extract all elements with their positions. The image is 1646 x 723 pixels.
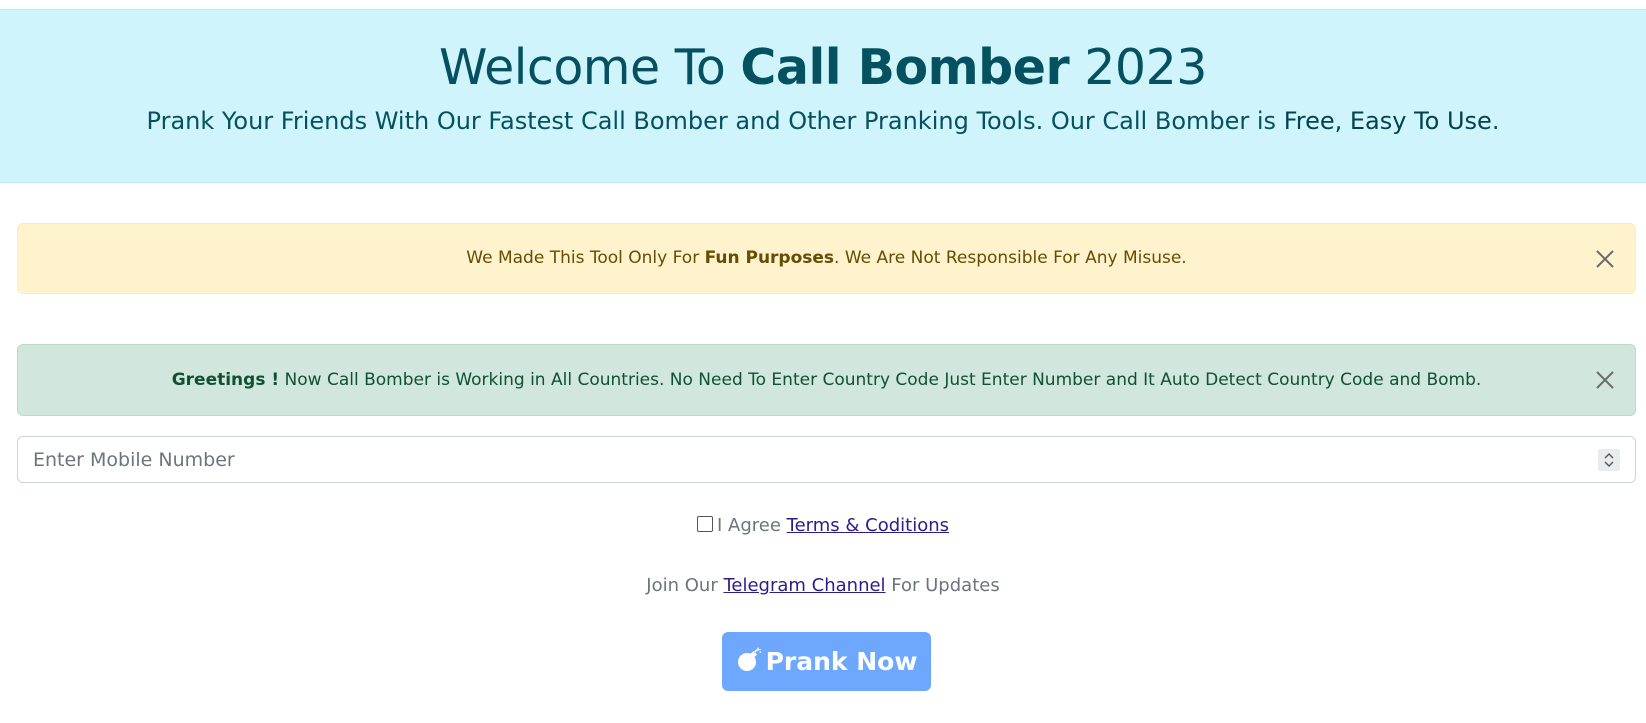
page-title: Welcome To Call Bomber 2023	[0, 33, 1646, 103]
title-year: 2023	[1069, 39, 1207, 96]
title-prefix: Welcome To	[439, 39, 741, 96]
warning-bold-text: Fun Purposes	[704, 248, 835, 268]
join-suffix: For Updates	[885, 575, 1000, 596]
warning-alert: We Made This Tool Only For Fun Purposes.…	[17, 223, 1636, 294]
close-icon[interactable]	[1595, 370, 1615, 390]
warning-text: We Made This Tool Only For	[466, 248, 705, 268]
hero-banner: Welcome To Call Bomber 2023 Prank Your F…	[0, 9, 1646, 183]
terms-agreement: I Agree Terms & Coditions	[0, 515, 1646, 536]
page-subtitle: Prank Your Friends With Our Fastest Call…	[0, 104, 1646, 138]
greetings-label: Greetings !	[171, 370, 280, 390]
agree-label: I Agree	[716, 515, 787, 536]
number-spinner[interactable]	[1598, 449, 1620, 471]
mobile-number-input[interactable]	[18, 437, 1578, 482]
warning-suffix-text: . We Are Not Responsible For Any Misuse.	[834, 248, 1187, 268]
subtitle-suffix: .	[1491, 107, 1500, 135]
spinner-arrows-icon	[1604, 453, 1614, 467]
join-prefix: Join Our	[646, 575, 724, 596]
telegram-notice: Join Our Telegram Channel For Updates	[0, 575, 1646, 596]
mobile-number-field[interactable]	[17, 436, 1636, 483]
close-icon[interactable]	[1595, 249, 1615, 269]
success-text: Now Call Bomber is Working in All Countr…	[279, 370, 1482, 390]
agree-checkbox[interactable]	[696, 516, 713, 532]
prank-now-label: Prank Now	[765, 647, 918, 676]
title-brand: Call Bomber	[740, 39, 1070, 96]
subtitle-highlight: Free, Easy To Use	[1283, 107, 1492, 135]
prank-now-button[interactable]: Prank Now	[722, 632, 931, 691]
bomb-icon	[736, 636, 762, 693]
subtitle-text: Prank Your Friends With Our Fastest Call…	[146, 107, 1284, 135]
telegram-channel-link[interactable]: Telegram Channel	[723, 575, 885, 596]
success-alert: Greetings ! Now Call Bomber is Working i…	[17, 344, 1636, 416]
terms-link[interactable]: Terms & Coditions	[787, 515, 949, 536]
